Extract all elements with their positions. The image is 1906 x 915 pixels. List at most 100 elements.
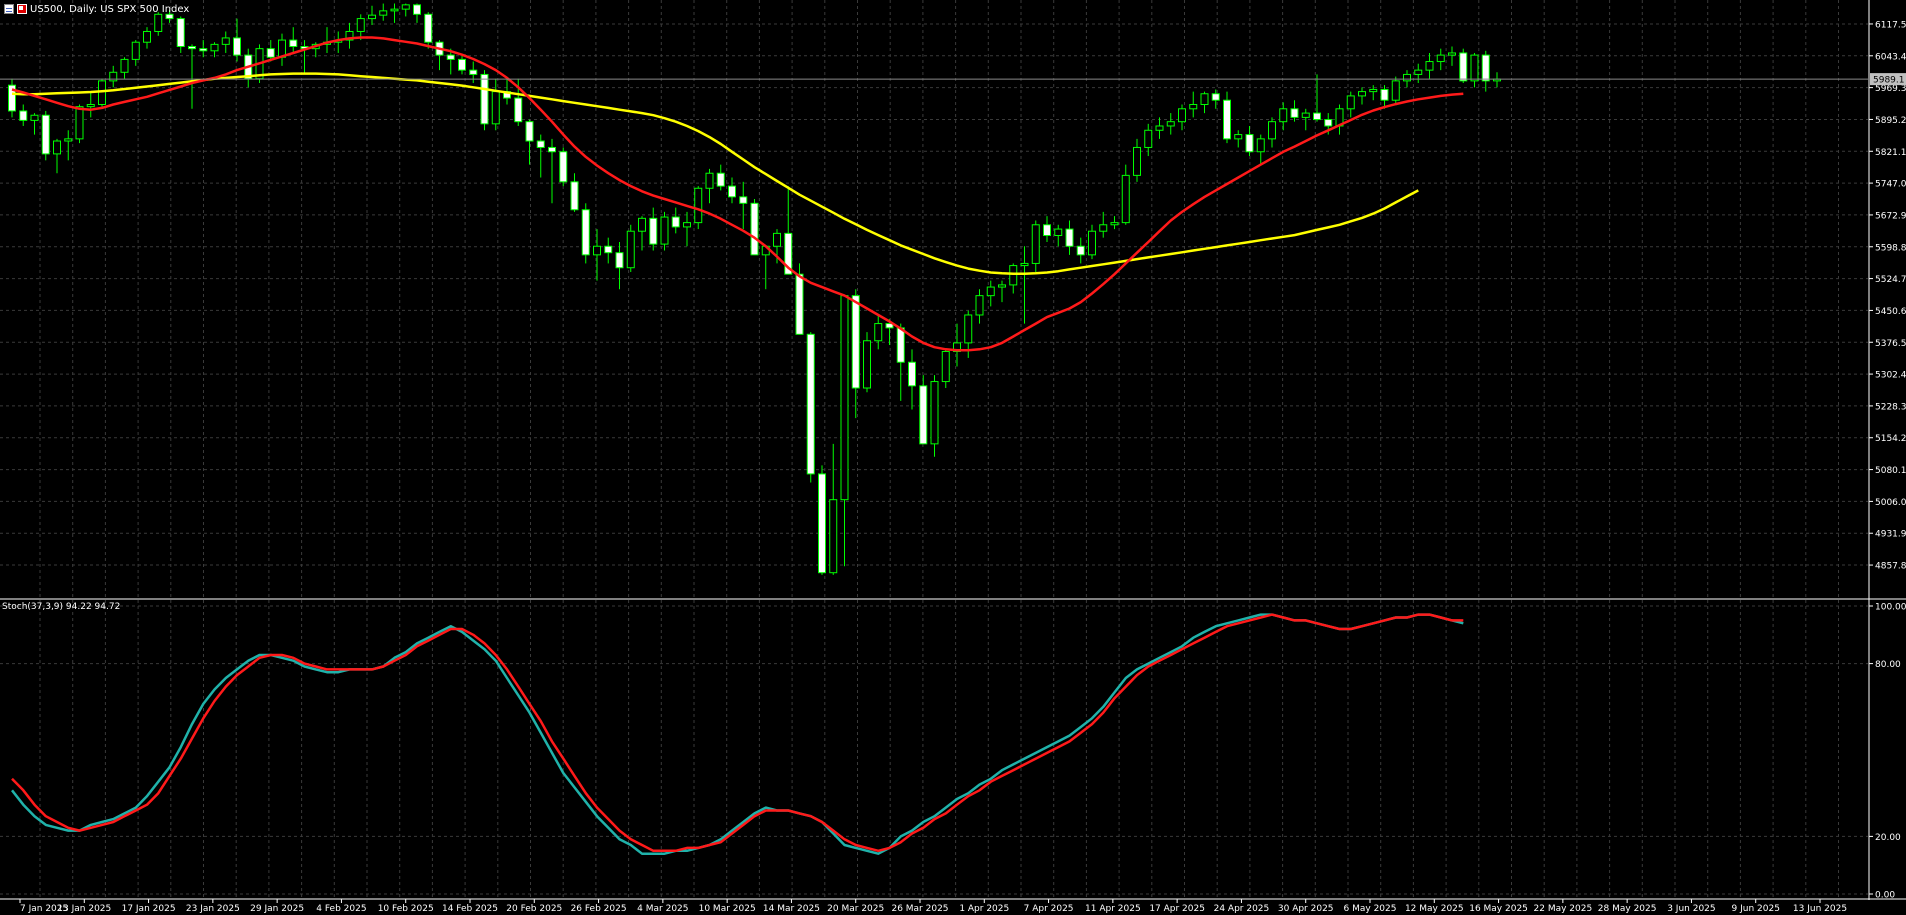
price-tick-label: 5080.1 bbox=[1875, 466, 1906, 476]
chart-header: US500, Daily: US SPX 500 Index bbox=[4, 2, 189, 16]
bullish-candle bbox=[53, 140, 61, 155]
stoch-tick-label: 80.00 bbox=[1875, 660, 1901, 670]
time-tick-label: 26 Mar 2025 bbox=[891, 904, 948, 914]
time-tick-label: 12 May 2025 bbox=[1405, 904, 1464, 914]
indicator-label: Stoch(37,3,9) 94.22 94.72 bbox=[2, 602, 121, 612]
bearish-candle bbox=[851, 295, 860, 389]
bullish-candle bbox=[491, 91, 500, 125]
price-tick-label: 5598.8 bbox=[1875, 243, 1906, 253]
bearish-candle bbox=[739, 196, 748, 204]
bearish-candle bbox=[458, 58, 466, 71]
bullish-candle bbox=[998, 284, 1006, 288]
bullish-candle bbox=[773, 232, 781, 247]
price-tick-label: 4857.8 bbox=[1875, 562, 1906, 572]
bullish-candle bbox=[75, 106, 84, 140]
bearish-candle bbox=[615, 252, 624, 269]
bullish-candle bbox=[941, 350, 950, 383]
time-tick-label: 17 Apr 2025 bbox=[1149, 904, 1205, 914]
bullish-candle bbox=[1088, 230, 1096, 256]
bullish-candle bbox=[143, 30, 151, 43]
bullish-candle bbox=[401, 4, 410, 10]
bearish-candle bbox=[728, 185, 736, 198]
time-tick-label: 3 Jun 2025 bbox=[1667, 904, 1715, 914]
bullish-candle bbox=[1189, 104, 1198, 110]
bullish-candle bbox=[1414, 69, 1423, 75]
bearish-candle bbox=[469, 69, 478, 75]
price-tick-label: 5006.0 bbox=[1875, 498, 1906, 508]
symbol-title: US500, Daily: US SPX 500 Index bbox=[30, 3, 190, 15]
bullish-candle bbox=[1020, 262, 1029, 267]
bearish-candle bbox=[818, 473, 826, 574]
bullish-candle bbox=[1031, 224, 1040, 264]
time-tick-label: 13 Jun 2025 bbox=[1793, 904, 1847, 914]
time-tick-label: 16 May 2025 bbox=[1469, 904, 1528, 914]
price-tick-label: 5228.3 bbox=[1875, 402, 1906, 412]
bearish-candle bbox=[41, 114, 50, 155]
bearish-candle bbox=[514, 97, 523, 123]
bearish-candle bbox=[795, 273, 804, 335]
time-tick-label: 6 May 2025 bbox=[1344, 904, 1397, 914]
time-tick-label: 29 Jan 2025 bbox=[250, 904, 304, 914]
stoch-tick-label: 20.00 bbox=[1875, 833, 1901, 843]
symbol-flag-icon bbox=[17, 4, 27, 14]
price-tick-label: 5821.1 bbox=[1875, 148, 1906, 158]
bullish-candle bbox=[368, 14, 376, 20]
bullish-candle bbox=[1234, 134, 1243, 140]
time-tick-label: 14 Feb 2025 bbox=[442, 904, 498, 914]
chart-canvas[interactable]: 6117.56043.45969.35895.25821.15747.05672… bbox=[0, 0, 1906, 915]
time-tick-label: 17 Jan 2025 bbox=[122, 904, 176, 914]
price-tick-label: 5747.0 bbox=[1875, 180, 1906, 190]
bullish-candle bbox=[1155, 125, 1164, 131]
time-tick-label: 20 Feb 2025 bbox=[506, 904, 562, 914]
bullish-candle bbox=[975, 295, 984, 316]
bearish-candle bbox=[1481, 54, 1490, 82]
price-tag-text: 5989.1 bbox=[1873, 76, 1905, 86]
bearish-candle bbox=[806, 333, 815, 475]
bullish-candle bbox=[379, 10, 388, 16]
bullish-candle bbox=[1301, 112, 1310, 118]
bearish-candle bbox=[604, 245, 613, 254]
bullish-candle bbox=[626, 230, 635, 269]
bullish-candle bbox=[98, 80, 106, 105]
bullish-candle bbox=[1099, 224, 1108, 232]
time-tick-label: 11 Apr 2025 bbox=[1085, 904, 1141, 914]
bullish-candle bbox=[390, 8, 399, 12]
bearish-candle bbox=[1223, 99, 1231, 140]
chart-window-icon[interactable] bbox=[4, 4, 14, 14]
bearish-candle bbox=[1313, 112, 1321, 121]
time-tick-label: 13 Jan 2025 bbox=[57, 904, 111, 914]
time-tick-label: 9 Jun 2025 bbox=[1732, 904, 1780, 914]
stoch-tick-label: 100.00 bbox=[1875, 603, 1906, 613]
bearish-candle bbox=[671, 216, 680, 228]
bullish-candle bbox=[1391, 80, 1400, 101]
bearish-candle bbox=[1043, 224, 1051, 237]
bullish-candle bbox=[694, 187, 703, 224]
bullish-candle bbox=[964, 314, 973, 344]
bullish-candle bbox=[1448, 52, 1456, 56]
price-tick-label: 5672.9 bbox=[1875, 211, 1906, 221]
bullish-candle bbox=[210, 43, 219, 52]
time-tick-label: 7 Apr 2025 bbox=[1024, 904, 1074, 914]
time-tick-label: 30 Apr 2025 bbox=[1278, 904, 1334, 914]
bullish-candle bbox=[86, 104, 95, 108]
bearish-candle bbox=[1290, 108, 1299, 118]
bearish-candle bbox=[19, 110, 28, 121]
bullish-candle bbox=[1200, 93, 1209, 105]
bearish-candle bbox=[649, 217, 658, 245]
bullish-candle bbox=[986, 286, 995, 297]
bullish-candle bbox=[1110, 222, 1119, 226]
bearish-candle bbox=[581, 209, 590, 256]
bearish-candle bbox=[1245, 134, 1254, 153]
price-tick-label: 5154.2 bbox=[1875, 434, 1906, 444]
price-tick-label: 5895.2 bbox=[1875, 116, 1906, 126]
bearish-candle bbox=[1211, 93, 1220, 101]
bullish-candle bbox=[930, 381, 939, 445]
bullish-candle bbox=[1358, 91, 1366, 97]
bullish-candle bbox=[593, 245, 601, 256]
bullish-candle bbox=[874, 323, 883, 342]
bullish-candle bbox=[1256, 138, 1265, 153]
time-tick-label: 14 Mar 2025 bbox=[763, 904, 820, 914]
bearish-candle bbox=[1380, 88, 1389, 101]
time-tick-label: 20 Mar 2025 bbox=[827, 904, 884, 914]
bullish-candle bbox=[683, 222, 691, 228]
